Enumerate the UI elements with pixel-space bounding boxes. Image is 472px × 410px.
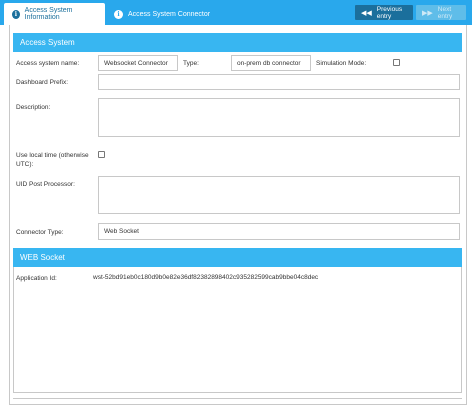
type-field[interactable]: on-prem db connector [231, 55, 311, 71]
type-label: Type: [183, 60, 199, 67]
connector-type-value: Web Socket [104, 228, 139, 235]
web-socket-section-header: WEB Socket [13, 248, 462, 267]
simulation-mode-label: Simulation Mode: [316, 60, 367, 67]
access-system-name-label: Access system name: [16, 60, 80, 67]
web-socket-panel [13, 267, 462, 393]
info-icon: i [114, 9, 123, 19]
access-system-name-field[interactable]: Websocket Connector [98, 55, 178, 71]
description-label: Description: [16, 104, 51, 111]
tab-label: Access System Connector [128, 10, 211, 18]
uid-post-processor-textarea[interactable] [98, 176, 460, 214]
dashboard-prefix-label: Dashboard Prefix: [16, 79, 69, 86]
connector-type-label: Connector Type: [16, 229, 64, 236]
type-value: on-prem db connector [237, 59, 301, 67]
top-tab-bar: i Access System Information i Access Sys… [0, 0, 472, 25]
local-time-label: Use local time (otherwise UTC): [16, 152, 89, 168]
tab-label: Access System Information [24, 7, 73, 21]
double-chevron-left-icon: ◀◀ [361, 8, 372, 17]
simulation-mode-checkbox[interactable] [393, 59, 400, 66]
access-system-section-header: Access System [13, 33, 462, 52]
description-textarea[interactable] [98, 98, 460, 137]
tab-access-system-connector[interactable]: i Access System Connector [106, 3, 218, 25]
info-icon: i [12, 9, 20, 19]
application-id-label: Application Id: [16, 275, 57, 282]
previous-entry-button[interactable]: ◀◀ Previous entry [355, 5, 413, 20]
access-system-name-value: Websocket Connector [104, 59, 168, 67]
uid-post-processor-label: UID Post Processor: [16, 181, 75, 188]
connector-type-field[interactable]: Web Socket [98, 223, 460, 240]
next-entry-label: Next entry [437, 5, 453, 20]
section-title: WEB Socket [20, 253, 65, 262]
application-id-value: wst-52bd91eb0c180d9b0e82e36df82382898402… [93, 274, 319, 281]
tab-access-system-information[interactable]: i Access System Information [4, 3, 105, 25]
divider [13, 398, 462, 399]
double-chevron-right-icon: ▶▶ [422, 8, 433, 17]
section-title: Access System [20, 38, 75, 47]
previous-entry-label: Previous entry [376, 5, 403, 20]
local-time-checkbox[interactable] [98, 151, 105, 158]
dashboard-prefix-field[interactable] [98, 74, 460, 90]
next-entry-button[interactable]: ▶▶ Next entry [416, 5, 466, 20]
